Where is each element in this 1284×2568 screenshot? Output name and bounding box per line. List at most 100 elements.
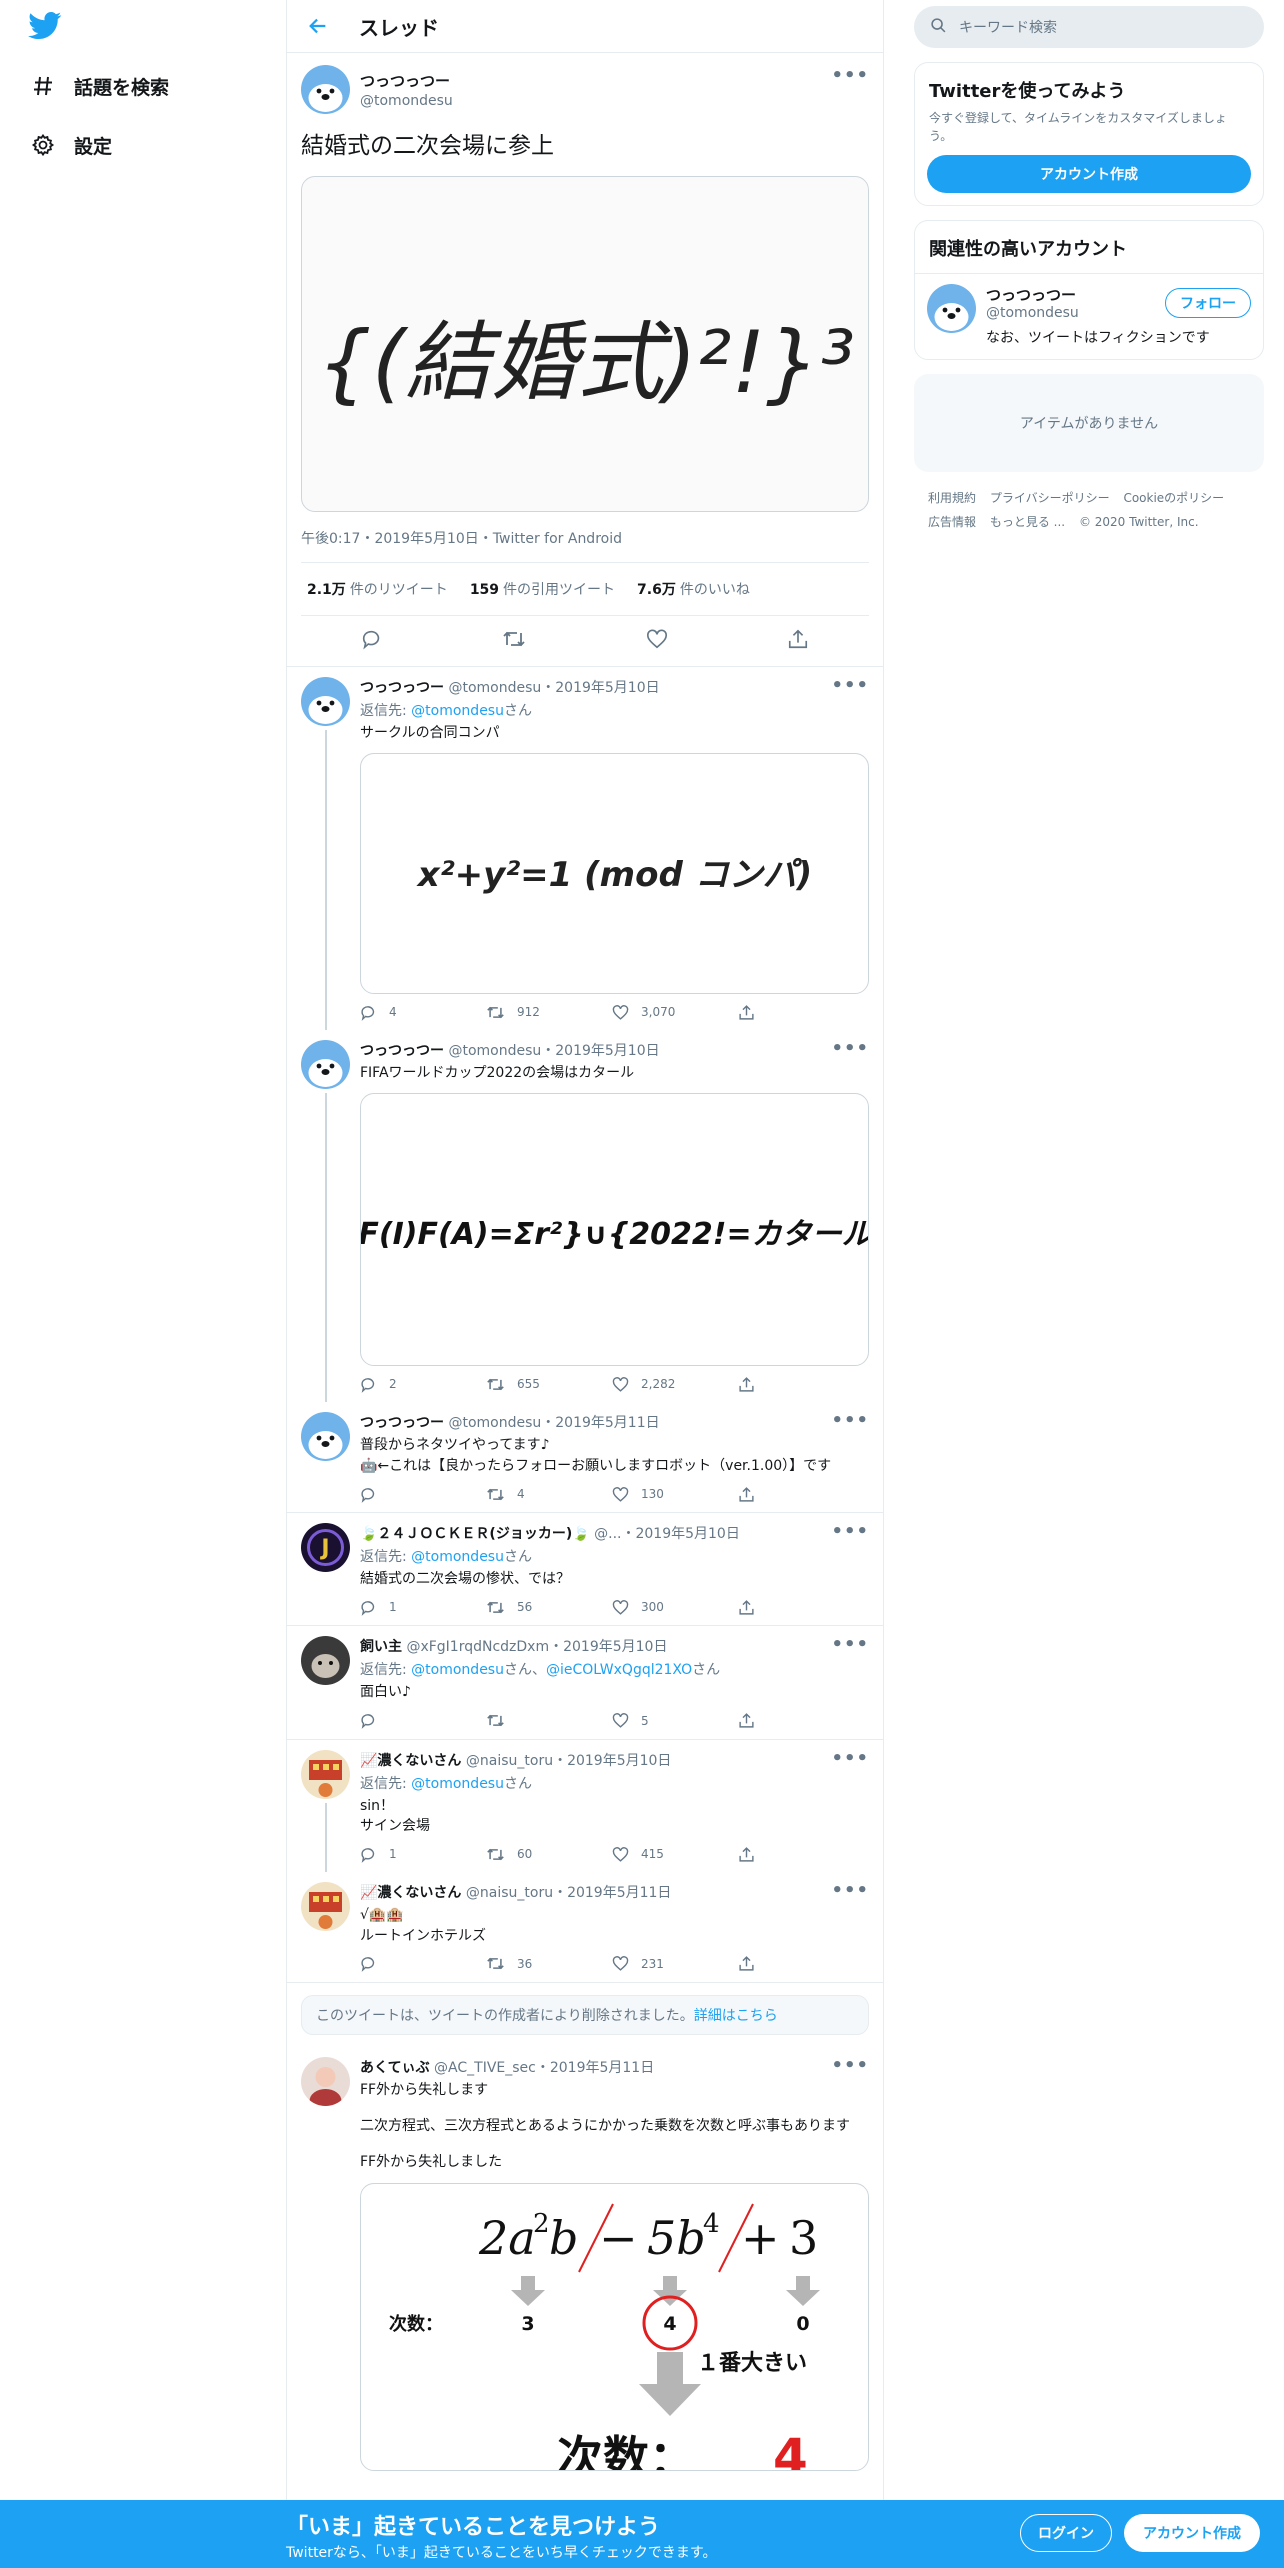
avatar[interactable] <box>301 1040 350 1090</box>
create-account-button[interactable]: アカウント作成 <box>927 155 1251 193</box>
share-icon[interactable] <box>738 1004 864 1021</box>
avatar[interactable] <box>301 1749 350 1799</box>
like-icon[interactable] <box>646 628 668 654</box>
avatar[interactable] <box>301 1412 350 1462</box>
author-name[interactable]: つっつっつー <box>360 1043 444 1059</box>
reply-tweet[interactable]: あくてぃぶ @AC_TIVE_sec・2019年5月11日 ••• FF外から失礼… <box>287 2047 883 2471</box>
reply-tweet[interactable]: J 🍃２４ＪＯＣＫＥＲ(ジョッカー)🍃 @...・2019年5月10日 ••• 返… <box>287 1513 883 1627</box>
reply-tweet[interactable]: つっつっつー @tomondesu・2019年5月11日 ••• 普段からネタツイ… <box>287 1402 883 1514</box>
avatar[interactable] <box>301 676 350 726</box>
author-name[interactable]: 📈濃くないさん <box>360 1885 461 1901</box>
nav-item-explore[interactable]: 話題を検索 <box>28 64 169 108</box>
author-name[interactable]: つっつっつー <box>360 680 444 696</box>
nav-item-settings[interactable]: 設定 <box>28 123 112 167</box>
more-options-icon[interactable]: ••• <box>831 1040 869 1059</box>
retweet-button[interactable]: 655 <box>486 1376 612 1393</box>
reply-tweet[interactable]: 📈濃くないさん @naisu_toru・2019年5月10日 ••• 返信先: @… <box>287 1740 883 1873</box>
mention-link[interactable]: @tomondesu <box>411 1549 504 1565</box>
share-icon[interactable] <box>787 628 809 654</box>
author-name[interactable]: つっつっつー <box>360 70 453 91</box>
tweet-timestamp[interactable]: 午後0:17・2019年5月10日・Twitter for Android <box>301 512 869 563</box>
reply-button[interactable]: 1 <box>360 1846 486 1863</box>
reply-button[interactable]: 2 <box>360 1376 486 1393</box>
reply-button[interactable] <box>360 1486 486 1503</box>
reply-tweet[interactable]: 飼い主 @xFgI1rqdNcdzDxm・2019年5月10日 ••• 返信先: … <box>287 1626 883 1740</box>
retweet-icon[interactable] <box>502 628 526 654</box>
author-meta[interactable]: @tomondesu・2019年5月10日 <box>448 1043 659 1059</box>
avatar[interactable] <box>301 1636 350 1686</box>
reply-icon[interactable] <box>361 628 383 654</box>
share-icon[interactable] <box>738 1376 864 1393</box>
tweet-image[interactable]: 2a 2 b −5b 4 +3 次数： 3 4 0 １番大きい 次数： 4 <box>360 2182 869 2471</box>
more-options-icon[interactable]: ••• <box>831 2057 869 2076</box>
author-meta[interactable]: @tomondesu・2019年5月10日 <box>448 680 659 696</box>
reply-button[interactable] <box>360 1955 486 1973</box>
author-name[interactable]: 🍃２４ＪＯＣＫＥＲ(ジョッカー)🍃 <box>360 1526 590 1542</box>
reply-button[interactable]: 4 <box>360 1004 486 1021</box>
more-options-icon[interactable]: ••• <box>831 677 869 696</box>
more-options-icon[interactable]: ••• <box>831 65 869 86</box>
footer-link[interactable]: 利用規約 <box>928 491 976 505</box>
retweet-button[interactable] <box>486 1712 612 1729</box>
like-button[interactable]: 231 <box>612 1955 738 1972</box>
author-meta[interactable]: @naisu_toru・2019年5月10日 <box>466 1753 672 1769</box>
footer-link[interactable]: 広告情報 <box>928 515 976 529</box>
like-button[interactable]: 3,070 <box>612 1004 738 1021</box>
tweet-image[interactable]: x²+y²=1 (mod コンパ) <box>360 753 869 995</box>
reply-tweet[interactable]: つっつっつー @tomondesu・2019年5月10日 ••• FIFAワールド… <box>287 1030 883 1403</box>
reply-tweet[interactable]: つっつっつー @tomondesu・2019年5月10日 ••• 返信先: @to… <box>287 667 883 1031</box>
author-meta[interactable]: @xFgI1rqdNcdzDxm・2019年5月10日 <box>406 1639 667 1655</box>
author-handle[interactable]: @tomondesu <box>360 93 453 109</box>
author-name[interactable]: つっつっつー <box>360 1415 444 1431</box>
tweet-image[interactable]: {F(I)F(A)=Σr²}∪{2022!=カタール} <box>360 1093 869 1367</box>
author-meta[interactable]: @...・2019年5月10日 <box>594 1526 740 1542</box>
mention-link[interactable]: @ieCOLWxQgql21XO <box>546 1662 692 1678</box>
like-button[interactable]: 5 <box>612 1712 738 1729</box>
more-options-icon[interactable]: ••• <box>831 1636 869 1655</box>
author-name[interactable]: あくてぃぶ <box>360 2060 430 2076</box>
more-options-icon[interactable]: ••• <box>831 1412 869 1431</box>
mention-link[interactable]: @tomondesu <box>411 1662 504 1678</box>
avatar[interactable] <box>927 284 976 333</box>
share-icon[interactable] <box>738 1712 864 1729</box>
like-button[interactable]: 2,282 <box>612 1376 738 1393</box>
search-input[interactable]: キーワード検索 <box>914 6 1264 48</box>
twitter-logo-icon[interactable] <box>28 12 64 42</box>
login-button[interactable]: ログイン <box>1020 2514 1112 2552</box>
mention-link[interactable]: @tomondesu <box>411 1776 504 1792</box>
related-account[interactable]: つっつっつー @tomondesu なお、ツイートはフィクションです フォロー <box>915 273 1263 359</box>
author-meta[interactable]: @tomondesu・2019年5月11日 <box>448 1415 659 1431</box>
share-icon[interactable] <box>738 1955 864 1972</box>
tweet-image[interactable]: {(結婚式)²!}³ <box>301 175 869 512</box>
author-meta[interactable]: @AC_TIVE_sec・2019年5月11日 <box>434 2060 654 2076</box>
avatar[interactable] <box>301 1882 350 1932</box>
like-button[interactable]: 300 <box>612 1599 738 1616</box>
retweet-button[interactable]: 36 <box>486 1955 612 1972</box>
share-icon[interactable] <box>738 1599 864 1616</box>
follow-button[interactable]: フォロー <box>1165 288 1251 318</box>
signup-button[interactable]: アカウント作成 <box>1124 2514 1260 2552</box>
like-button[interactable]: 130 <box>612 1486 738 1503</box>
more-options-icon[interactable]: ••• <box>831 1523 869 1542</box>
author-meta[interactable]: @naisu_toru・2019年5月11日 <box>466 1885 672 1901</box>
back-arrow-icon[interactable] <box>303 11 333 41</box>
author-name[interactable]: 📈濃くないさん <box>360 1753 461 1769</box>
more-options-icon[interactable]: ••• <box>831 1750 869 1769</box>
share-icon[interactable] <box>738 1486 864 1503</box>
reply-tweet[interactable]: 📈濃くないさん @naisu_toru・2019年5月11日 ••• √🏨🏨 ルー… <box>287 1872 883 1983</box>
retweet-button[interactable]: 912 <box>486 1004 612 1021</box>
quote-count[interactable]: 159 件の引用ツイート <box>470 579 615 599</box>
avatar[interactable] <box>301 65 350 114</box>
mention-link[interactable]: @tomondesu <box>411 703 504 719</box>
retweet-button[interactable]: 56 <box>486 1599 612 1616</box>
avatar[interactable]: J <box>301 1523 350 1573</box>
footer-link[interactable]: プライバシーポリシー <box>990 491 1110 505</box>
retweet-count[interactable]: 2.1万 件のリツイート <box>307 579 448 599</box>
details-link[interactable]: 詳細はこちら <box>694 2005 778 2025</box>
reply-button[interactable] <box>360 1712 486 1730</box>
footer-link[interactable]: もっと見る ... <box>990 515 1065 529</box>
retweet-button[interactable]: 60 <box>486 1846 612 1863</box>
like-button[interactable]: 415 <box>612 1846 738 1863</box>
retweet-button[interactable]: 4 <box>486 1486 612 1503</box>
avatar[interactable] <box>301 2056 350 2106</box>
